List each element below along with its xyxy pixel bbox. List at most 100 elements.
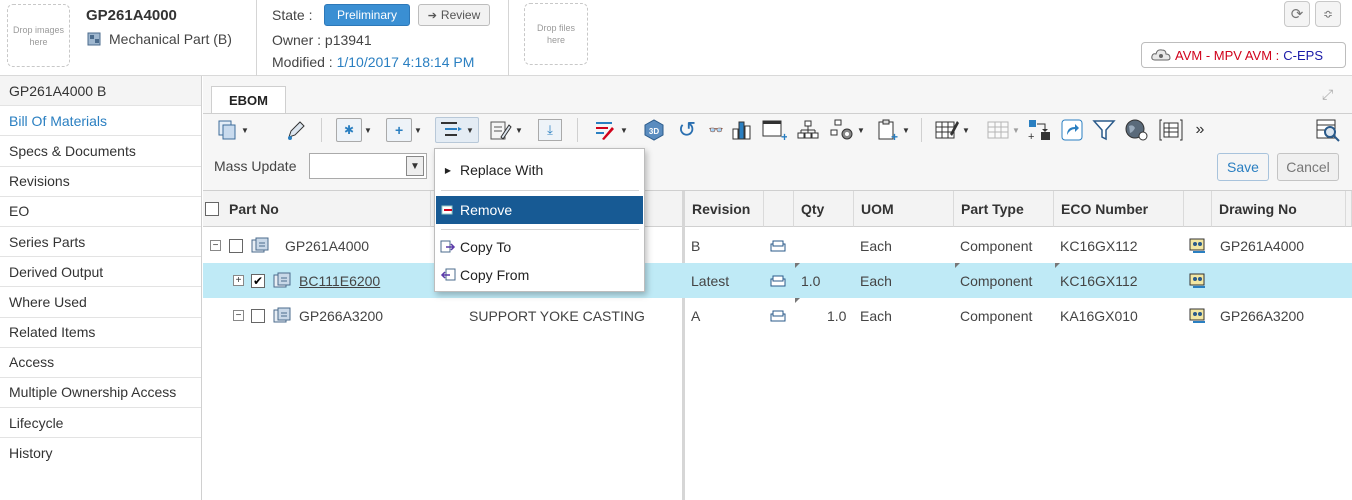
select-all-checkbox[interactable] [205, 201, 219, 216]
3d-viewer-icon[interactable]: 3D [641, 117, 667, 143]
maximize-icon[interactable]: ⤢ [1322, 86, 1333, 103]
row-checkbox[interactable] [251, 298, 265, 333]
bom-structure-actions-icon[interactable]: ▼ [435, 117, 479, 143]
row-expand-control[interactable]: − [233, 298, 244, 333]
bar-chart-icon[interactable] [729, 117, 755, 143]
markup-icon[interactable] [770, 228, 786, 263]
sidebar-item-related-items[interactable]: Related Items [0, 318, 201, 348]
part-no-link[interactable]: GP266A3200 [299, 298, 383, 333]
sidebar-item-bill-of-materials[interactable]: Bill Of Materials [0, 106, 201, 137]
configure-icon[interactable]: ▼ [827, 117, 867, 143]
row-checkbox-box[interactable] [251, 308, 265, 323]
hierarchy-icon[interactable] [795, 117, 821, 143]
sidebar-item-part-header[interactable]: GP261A4000 B [0, 76, 201, 107]
menu-item-replace-with[interactable]: ▶ Replace With [436, 156, 643, 184]
drawing-no-link[interactable]: GP266A3200 [1220, 298, 1304, 333]
collapse-header-icon[interactable]: ≎ [1315, 1, 1341, 27]
drawing-icon[interactable] [1189, 298, 1207, 333]
column-header-overflow[interactable] [1346, 191, 1352, 227]
row-expand-control[interactable]: + [233, 263, 244, 298]
sidebar-item-derived-output[interactable]: Derived Output [0, 257, 201, 288]
collapse-icon[interactable]: − [233, 310, 244, 321]
mass-update-select[interactable]: ▼ [309, 153, 427, 179]
table-row[interactable]: − GP266A3200 SUPPORT YOKE CASTING A 1.0 … [203, 298, 1352, 333]
column-header-eco-number[interactable]: ECO Number [1054, 191, 1184, 227]
share-arrow-icon[interactable] [1059, 117, 1085, 143]
search-table-icon[interactable] [1313, 117, 1343, 143]
save-button[interactable]: Save [1217, 153, 1269, 181]
copy-to-icon [436, 240, 460, 254]
review-button[interactable]: ➔ Review [418, 4, 490, 26]
revision-cell: Latest [691, 272, 730, 289]
cancel-button[interactable]: Cancel [1277, 153, 1339, 181]
add-existing-icon[interactable]: ✱ ▼ [333, 117, 375, 143]
column-header-drawing-no[interactable]: Drawing No [1212, 191, 1346, 227]
sidebar-item-specs-documents[interactable]: Specs & Documents [0, 136, 201, 167]
collapse-icon[interactable]: − [210, 240, 221, 251]
undo-icon[interactable]: ↺ [673, 117, 701, 143]
menu-item-copy-from[interactable]: Copy From [436, 261, 643, 289]
add-new-icon[interactable]: + ▼ [383, 117, 425, 143]
redline-icon[interactable]: ▼ [589, 117, 633, 143]
column-header-part-type[interactable]: Part Type [954, 191, 1054, 227]
column-header-qty[interactable]: Qty [794, 191, 854, 227]
download-icon[interactable]: ⤓ [537, 117, 563, 143]
context-selector[interactable]: AVM - MPV AVM : C-EPS [1141, 42, 1346, 68]
menu-item-remove[interactable]: Remove [436, 196, 643, 224]
refresh-icon[interactable]: ⟳ [1284, 1, 1310, 27]
edit-document-icon[interactable]: ▼ [485, 117, 527, 143]
header-divider [508, 0, 509, 76]
sidebar-item-revisions[interactable]: Revisions [0, 167, 201, 197]
part-no-link[interactable]: GP261A4000 [285, 228, 369, 263]
sidebar-item-multiple-ownership-access[interactable]: Multiple Ownership Access [0, 378, 201, 409]
add-window-icon[interactable]: + [759, 117, 789, 143]
edit-pencil-icon[interactable] [283, 117, 309, 143]
binoculars-icon[interactable]: 👓 [705, 117, 727, 143]
table-row[interactable]: − GP261A4000 B Each Component KC16GX112 … [203, 228, 1352, 263]
menu-item-label: Copy To [460, 239, 512, 255]
drawing-icon[interactable] [1189, 228, 1207, 263]
grid-view-icon[interactable]: ▼ [981, 117, 1025, 143]
sidebar-item-access[interactable]: Access [0, 348, 201, 378]
qty-cell[interactable]: 1.0 [801, 263, 820, 298]
drawing-no-link[interactable]: GP261A4000 [1220, 228, 1304, 263]
sidebar-item-series-parts[interactable]: Series Parts [0, 227, 201, 258]
table-edit-icon[interactable]: ▼ [931, 117, 973, 143]
expand-icon[interactable]: + [233, 275, 244, 286]
row-checkbox[interactable] [229, 228, 243, 263]
row-checkbox-box[interactable] [229, 238, 243, 253]
row-checkbox-checked[interactable]: ✔ [251, 273, 265, 288]
row-checkbox[interactable]: ✔ [251, 263, 265, 298]
drop-images-zone[interactable]: Drop images here [7, 4, 70, 67]
drawing-icon[interactable] [1189, 263, 1207, 298]
column-header-part-no[interactable]: Part No [203, 191, 431, 227]
clipboard-add-icon[interactable]: + ▼ [873, 117, 913, 143]
markup-icon[interactable] [770, 298, 786, 333]
sidebar-item-eo[interactable]: EO [0, 197, 201, 227]
copy-view-icon[interactable]: ▼ [213, 117, 253, 143]
sidebar-item-history[interactable]: History [0, 438, 201, 468]
column-header-revision[interactable]: Revision [685, 191, 764, 227]
menu-item-label: Replace With [460, 162, 544, 178]
sidebar-item-lifecycle[interactable]: Lifecycle [0, 408, 201, 439]
modified-date-link[interactable]: 1/10/2017 4:18:14 PM [337, 54, 475, 70]
sidebar-item-where-used[interactable]: Where Used [0, 287, 201, 318]
qty-cell[interactable]: 1.0 [827, 298, 846, 333]
part-no-link[interactable]: BC111E6200 [299, 263, 380, 298]
globe-link-icon[interactable] [1123, 117, 1151, 143]
column-header-drawing-icon[interactable] [1184, 191, 1212, 227]
table-select-icon[interactable] [1157, 117, 1185, 143]
markup-icon[interactable] [770, 263, 786, 298]
state-preliminary-button[interactable]: Preliminary [324, 4, 410, 26]
column-header-markup[interactable] [764, 191, 794, 227]
move-items-icon[interactable]: + [1027, 117, 1053, 143]
table-row[interactable]: + ✔ BC111E6200 Latest 1.0 Each Component… [203, 263, 1352, 298]
drop-files-zone[interactable]: Drop files here [524, 3, 588, 65]
row-expand-control[interactable]: − [210, 228, 221, 263]
column-header-uom[interactable]: UOM [854, 191, 954, 227]
tab-ebom[interactable]: EBOM [211, 86, 286, 114]
menu-item-copy-to[interactable]: Copy To [436, 233, 643, 261]
modified-line: Modified : 1/10/2017 4:18:14 PM [272, 54, 474, 70]
more-chevron-icon[interactable]: » [1191, 117, 1209, 143]
filter-icon[interactable] [1091, 117, 1117, 143]
